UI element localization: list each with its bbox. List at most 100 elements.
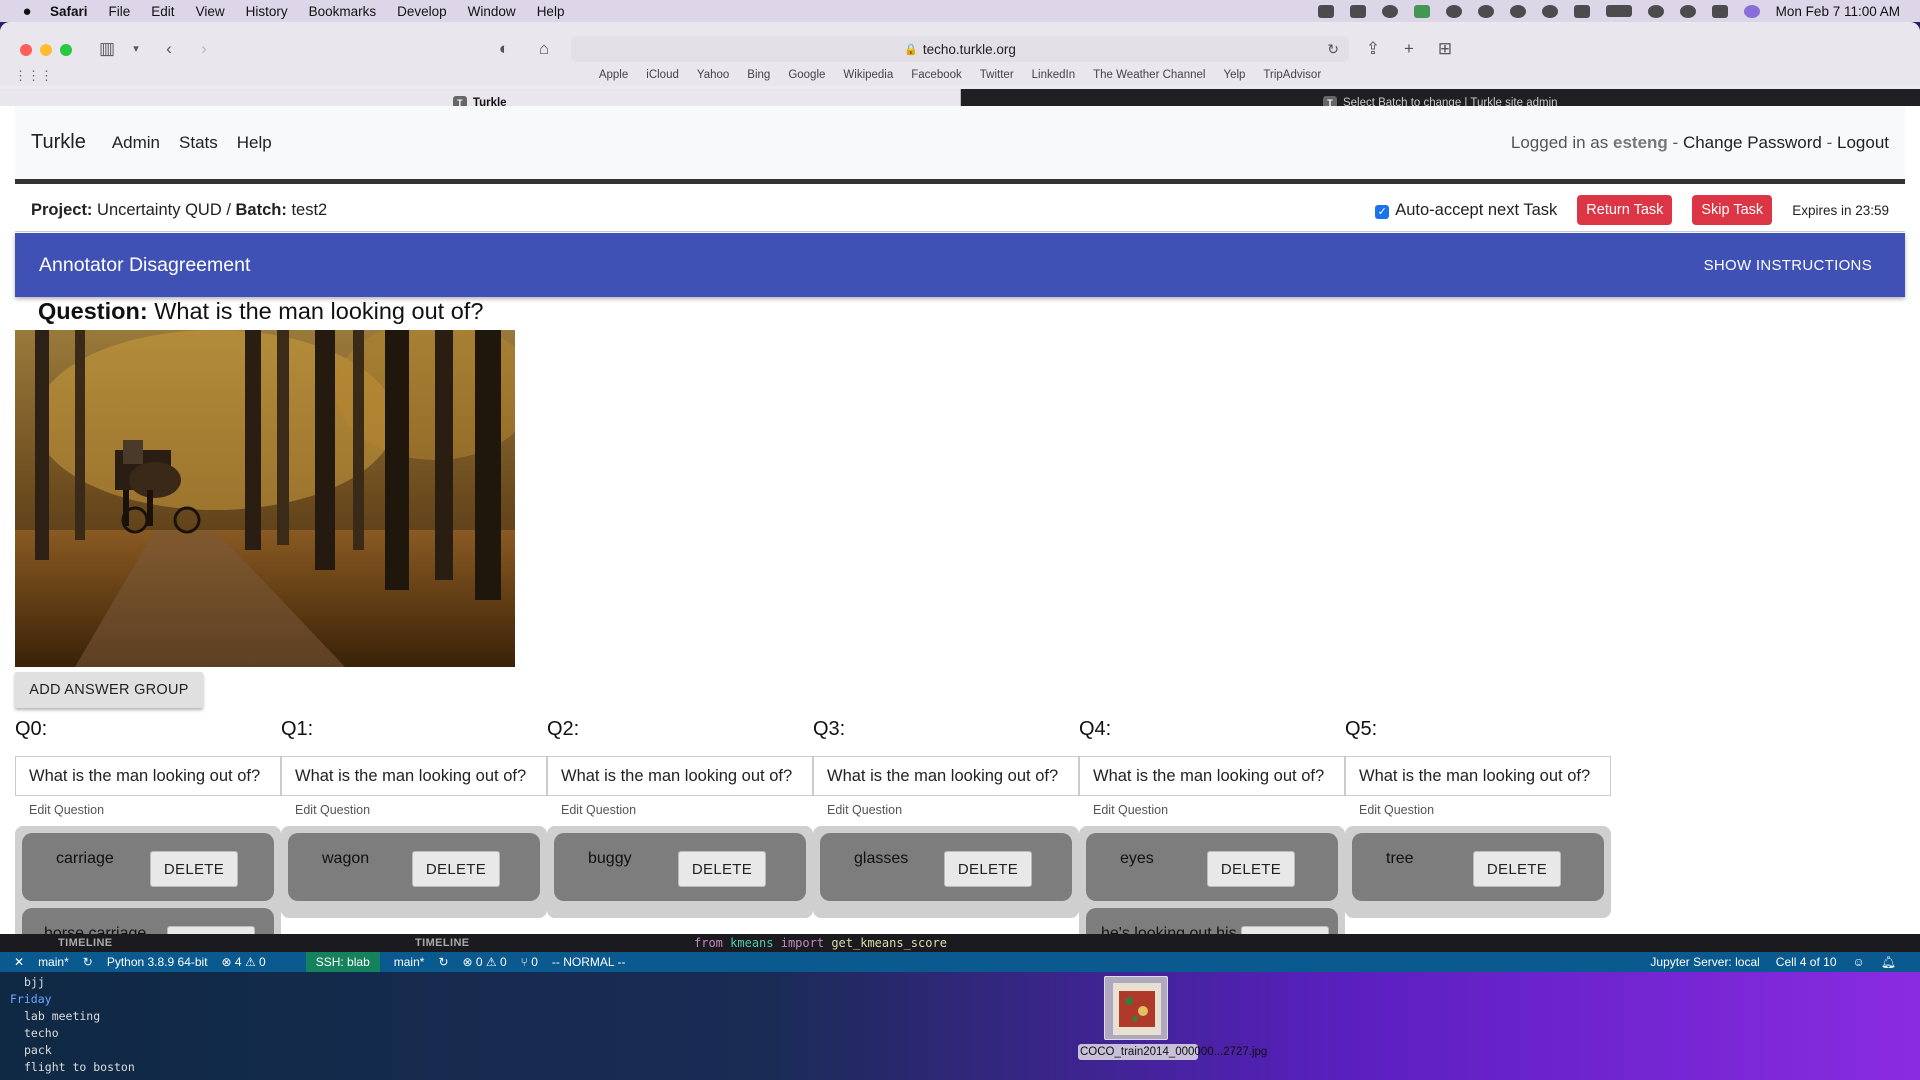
nav-help-link[interactable]: Help — [237, 133, 272, 153]
fav-icloud[interactable]: iCloud — [646, 69, 679, 81]
ssh-remote-indicator[interactable]: SSH: blab — [305, 952, 380, 972]
favorites-grid-icon[interactable]: ⋮⋮⋮ — [14, 68, 53, 84]
add-answer-group-button[interactable]: ADD ANSWER GROUP — [15, 672, 203, 708]
time-machine-icon[interactable] — [1477, 4, 1494, 18]
menu-edit[interactable]: Edit — [151, 4, 174, 19]
battery-icon[interactable] — [1605, 5, 1632, 17]
show-instructions-button[interactable]: SHOW INSTRUCTIONS — [1704, 257, 1872, 274]
python-interpreter[interactable]: Python 3.8.9 64-bit — [107, 955, 208, 969]
checkbox-checked-icon[interactable]: ✓ — [1375, 204, 1390, 219]
skip-task-button[interactable]: Skip Task — [1692, 195, 1773, 225]
question-input[interactable]: What is the man looking out of? — [281, 756, 547, 796]
answer-chip[interactable]: buggy DELETE — [554, 833, 806, 901]
menu-view[interactable]: View — [196, 4, 225, 19]
address-bar[interactable]: 🔒 techo.turkle.org ↻ — [571, 36, 1349, 62]
fav-apple[interactable]: Apple — [599, 69, 628, 81]
sync-icon[interactable]: ↻ — [438, 955, 448, 969]
jupyter-server-status[interactable]: Jupyter Server: local — [1650, 955, 1759, 969]
apple-menu-icon[interactable]: ● — [18, 3, 36, 20]
share-icon[interactable]: ⇪ — [1362, 38, 1384, 60]
answer-chip[interactable]: eyes DELETE — [1086, 833, 1338, 901]
fav-weather-channel[interactable]: The Weather Channel — [1093, 69, 1205, 81]
nav-stats-link[interactable]: Stats — [179, 133, 218, 153]
tray-shield-icon[interactable] — [1413, 4, 1430, 18]
git-branch[interactable]: main* — [38, 955, 69, 969]
menu-window[interactable]: Window — [468, 4, 516, 19]
timeline-label[interactable]: TIMELINE — [415, 937, 470, 949]
menu-file[interactable]: File — [109, 4, 131, 19]
delete-answer-button[interactable]: DELETE — [167, 926, 255, 934]
fav-google[interactable]: Google — [788, 69, 825, 81]
change-password-link[interactable]: Change Password — [1683, 133, 1822, 152]
new-tab-icon[interactable]: + — [1398, 38, 1420, 60]
privacy-shield-icon[interactable]: ◐ — [493, 38, 515, 60]
question-input[interactable]: What is the man looking out of? — [1079, 756, 1345, 796]
question-input[interactable]: What is the man looking out of? — [1345, 756, 1611, 796]
home-icon[interactable]: ⌂ — [533, 38, 555, 60]
delete-answer-button[interactable]: DELETE — [1241, 926, 1329, 934]
fav-twitter[interactable]: Twitter — [980, 69, 1014, 81]
tab-overview-icon[interactable]: ⊞ — [1434, 38, 1456, 60]
answer-chip[interactable]: glasses DELETE — [820, 833, 1072, 901]
headphones-icon[interactable] — [1541, 4, 1558, 18]
play-icon[interactable] — [1509, 4, 1526, 18]
delete-answer-button[interactable]: DELETE — [1473, 851, 1561, 887]
reload-icon[interactable]: ↻ — [1327, 41, 1339, 58]
remote-icon[interactable]: ✕ — [14, 955, 24, 969]
menu-app-name[interactable]: Safari — [50, 4, 88, 19]
fav-yelp[interactable]: Yelp — [1223, 69, 1245, 81]
fav-bing[interactable]: Bing — [747, 69, 770, 81]
control-center-icon[interactable] — [1711, 4, 1728, 18]
delete-answer-button[interactable]: DELETE — [678, 851, 766, 887]
sidebar-toggle-icon[interactable]: ▥ — [96, 38, 118, 60]
delete-answer-button[interactable]: DELETE — [1207, 851, 1295, 887]
wifi-icon[interactable] — [1647, 4, 1664, 18]
menu-bookmarks[interactable]: Bookmarks — [309, 4, 377, 19]
delete-answer-button[interactable]: DELETE — [150, 851, 238, 887]
menu-history[interactable]: History — [246, 4, 288, 19]
question-input[interactable]: What is the man looking out of? — [547, 756, 813, 796]
auto-accept-toggle[interactable]: ✓ Auto-accept next Task — [1375, 201, 1557, 220]
siri-icon[interactable] — [1743, 4, 1760, 18]
bell-icon[interactable]: 🔔︎ — [1881, 955, 1896, 969]
answer-chip[interactable]: he's looking out his DELETE — [1086, 908, 1338, 934]
ports-count[interactable]: ⑂ 0 — [521, 955, 538, 969]
return-task-button[interactable]: Return Task — [1577, 195, 1673, 225]
zoom-window-button[interactable] — [60, 44, 72, 56]
tray-circle-icon[interactable] — [1445, 4, 1462, 18]
tray-clipboard-icon[interactable] — [1349, 4, 1366, 18]
desktop-file-name[interactable]: COCO_train2014_000000...2727.jpg — [1078, 1044, 1267, 1060]
minimize-window-button[interactable] — [40, 44, 52, 56]
cell-indicator[interactable]: Cell 4 of 10 — [1776, 955, 1837, 969]
forward-arrow-icon[interactable]: › — [193, 38, 215, 60]
question-input[interactable]: What is the man looking out of? — [813, 756, 1079, 796]
delete-answer-button[interactable]: DELETE — [944, 851, 1032, 887]
fav-facebook[interactable]: Facebook — [911, 69, 962, 81]
answer-chip[interactable]: tree DELETE — [1352, 833, 1604, 901]
tray-app-icon[interactable] — [1317, 4, 1334, 18]
feedback-icon[interactable]: ☺ — [1853, 955, 1865, 969]
tray-sync-icon[interactable] — [1381, 4, 1398, 18]
menu-help[interactable]: Help — [537, 4, 565, 19]
close-window-button[interactable] — [20, 44, 32, 56]
answer-chip[interactable]: wagon DELETE — [288, 833, 540, 901]
chevron-down-icon[interactable]: ▾ — [125, 38, 147, 60]
git-branch[interactable]: main* — [394, 955, 425, 969]
fav-tripadvisor[interactable]: TripAdvisor — [1263, 69, 1321, 81]
sync-icon[interactable]: ↻ — [83, 955, 93, 969]
delete-answer-button[interactable]: DELETE — [412, 851, 500, 887]
back-arrow-icon[interactable]: ‹ — [158, 38, 180, 60]
bluetooth-icon[interactable] — [1573, 4, 1590, 18]
fav-wikipedia[interactable]: Wikipedia — [843, 69, 893, 81]
spotlight-search-icon[interactable] — [1679, 4, 1696, 18]
logout-link[interactable]: Logout — [1837, 133, 1889, 152]
menu-develop[interactable]: Develop — [397, 4, 447, 19]
desktop-image-file-icon[interactable] — [1104, 976, 1168, 1040]
problems-count[interactable]: ⊗ 0 ⚠ 0 — [463, 955, 507, 969]
timeline-label[interactable]: TIMELINE — [58, 937, 113, 949]
fav-yahoo[interactable]: Yahoo — [697, 69, 729, 81]
problems-count[interactable]: ⊗ 4 ⚠ 0 — [222, 955, 266, 969]
answer-chip[interactable]: horse carriage DELETE — [22, 908, 274, 934]
menu-clock[interactable]: Mon Feb 7 11:00 AM — [1776, 4, 1900, 19]
fav-linkedin[interactable]: LinkedIn — [1032, 69, 1075, 81]
